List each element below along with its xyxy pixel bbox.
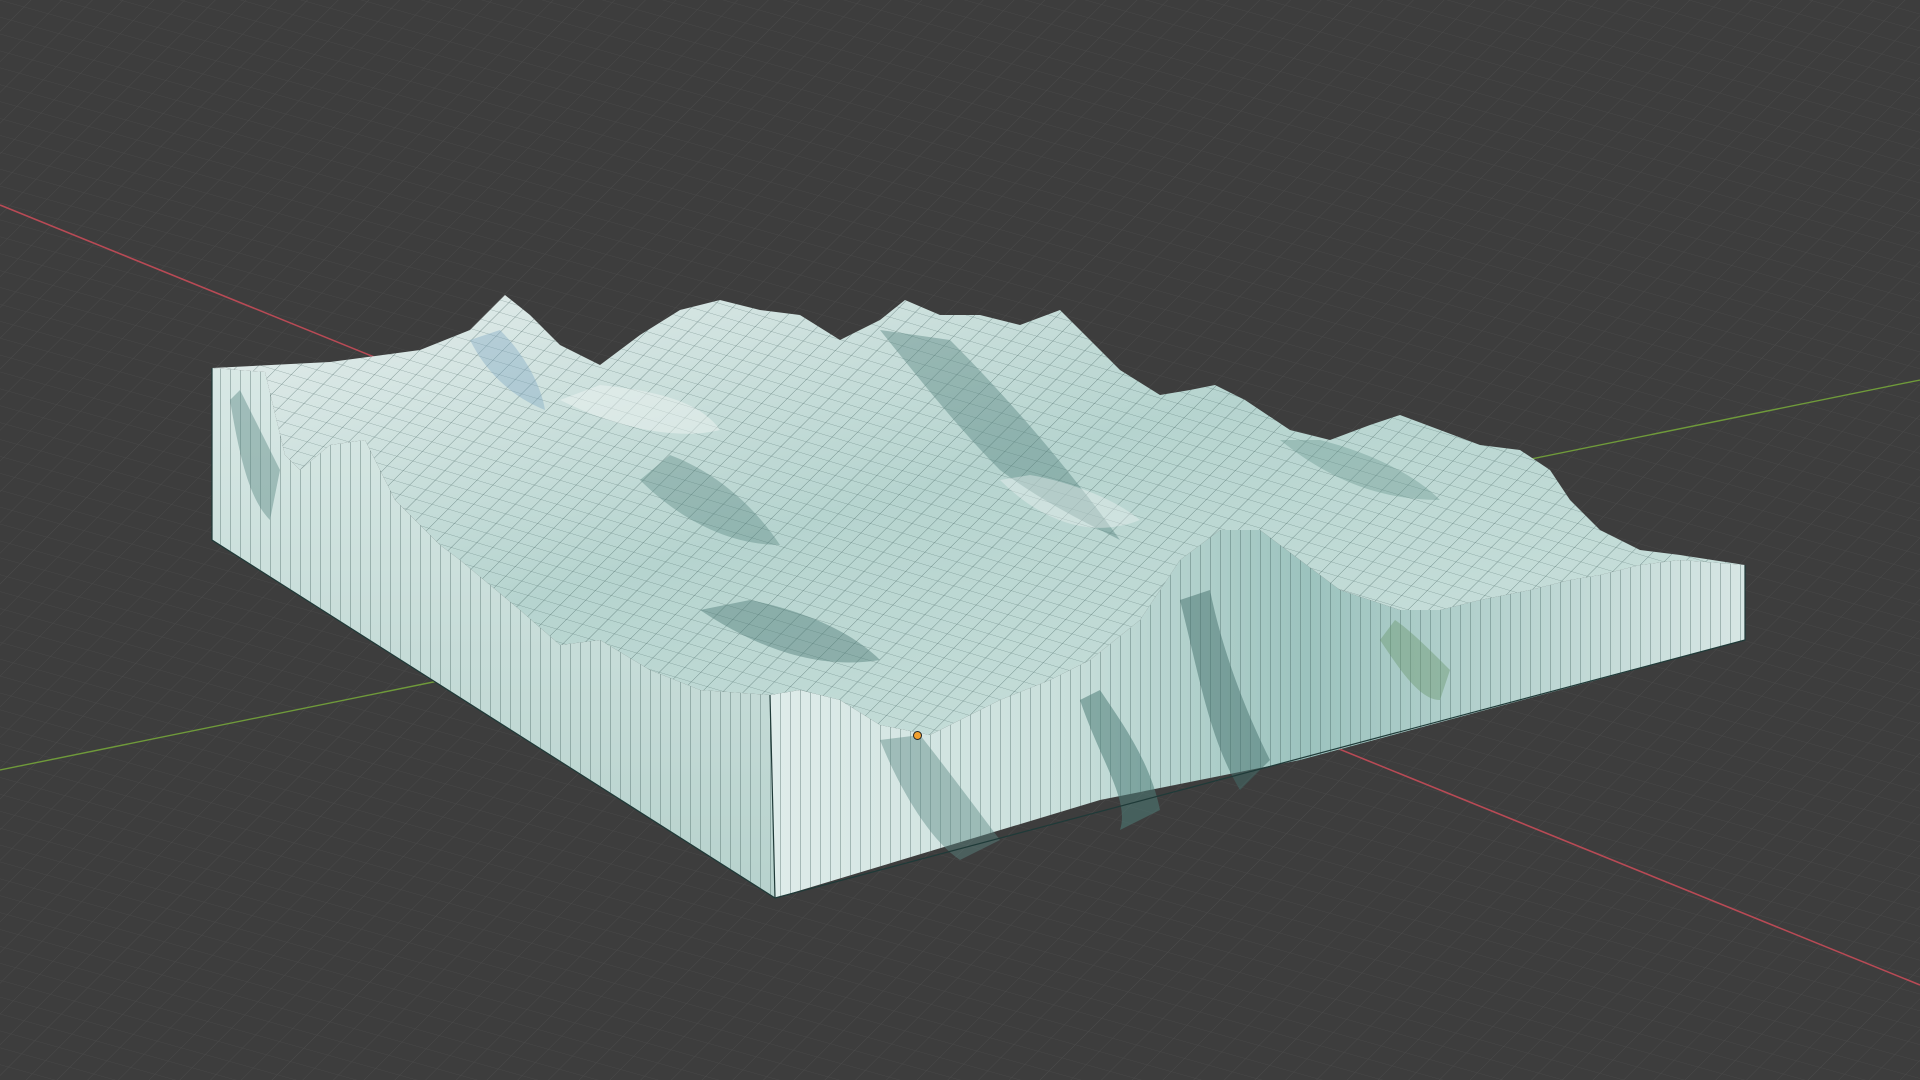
3d-viewport[interactable] — [0, 0, 1920, 1080]
object-origin-point[interactable] — [913, 731, 922, 740]
viewport-canvas[interactable] — [0, 0, 1920, 1080]
